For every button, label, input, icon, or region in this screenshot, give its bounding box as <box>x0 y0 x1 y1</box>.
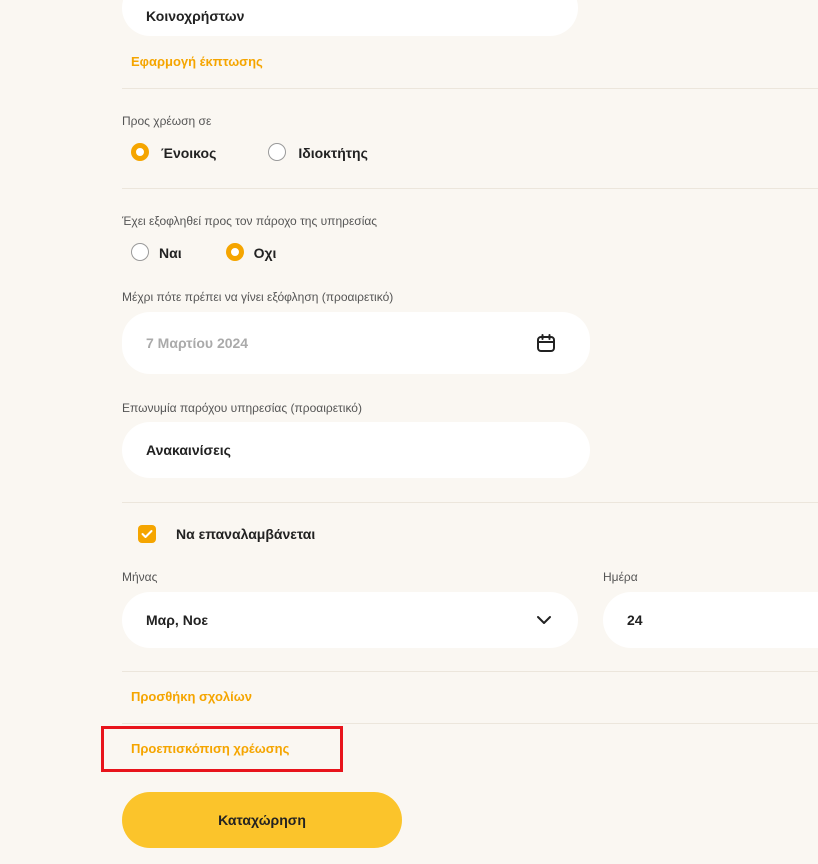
provider-name-value: Ανακαινίσεις <box>146 442 231 458</box>
due-date-input[interactable]: 7 Μαρτίου 2024 <box>122 312 590 374</box>
month-label: Μήνας <box>122 570 158 584</box>
due-date-label: Μέχρι πότε πρέπει να γίνει εξόφληση (προ… <box>122 290 394 304</box>
month-select[interactable]: Μαρ, Νοε <box>122 592 578 648</box>
radio-yes[interactable]: Ναι <box>131 242 182 261</box>
checkmark-icon <box>141 530 153 538</box>
paid-radio-group: Ναι Οχι <box>131 242 318 261</box>
day-input-value: 24 <box>627 612 643 628</box>
day-label: Ημέρα <box>603 570 638 584</box>
highlight-box <box>101 726 343 772</box>
divider <box>122 723 818 724</box>
radio-unselected-icon <box>131 242 149 261</box>
radio-owner[interactable]: Ιδιοκτήτης <box>268 142 368 161</box>
day-input[interactable]: 24 <box>603 592 818 648</box>
apply-discount-link[interactable]: Εφαρμογή έκπτωσης <box>131 54 263 69</box>
radio-yes-label: Ναι <box>159 245 182 261</box>
radio-selected-icon <box>131 142 149 161</box>
category-select-value: Κοινοχρήστων <box>146 8 245 24</box>
radio-selected-icon <box>225 242 244 261</box>
charge-form: Κοινοχρήστων Εφαρμογή έκπτωσης Προς χρέω… <box>0 0 818 864</box>
provider-name-label: Επωνυμία παρόχου υπηρεσίας (προαιρετικό) <box>122 401 362 415</box>
submit-button[interactable]: Καταχώρηση <box>122 792 402 848</box>
charge-to-radio-group: Ένοικος Ιδιοκτήτης <box>131 142 410 161</box>
divider <box>122 88 818 89</box>
radio-no[interactable]: Οχι <box>225 242 277 261</box>
recurring-checkbox[interactable] <box>138 525 156 543</box>
charge-to-label: Προς χρέωση σε <box>122 114 212 128</box>
chevron-down-icon <box>537 616 551 624</box>
due-date-value: 7 Μαρτίου 2024 <box>146 335 249 351</box>
radio-unselected-icon <box>268 142 287 161</box>
add-comments-link[interactable]: Προσθήκη σχολίων <box>131 689 252 704</box>
category-select[interactable]: Κοινοχρήστων <box>122 0 578 36</box>
divider <box>122 188 818 189</box>
radio-tenant[interactable]: Ένοικος <box>131 142 216 161</box>
provider-name-input[interactable]: Ανακαινίσεις <box>122 422 590 478</box>
paid-to-provider-label: Έχει εξοφληθεί προς τον πάροχο της υπηρε… <box>122 214 378 228</box>
divider <box>122 671 818 672</box>
month-select-value: Μαρ, Νοε <box>146 612 209 628</box>
divider <box>122 502 818 503</box>
radio-no-label: Οχι <box>253 245 277 261</box>
radio-tenant-label: Ένοικος <box>161 145 217 161</box>
radio-owner-label: Ιδιοκτήτης <box>298 145 368 161</box>
calendar-icon[interactable] <box>536 333 556 353</box>
recurring-label[interactable]: Να επαναλαμβάνεται <box>176 526 315 542</box>
